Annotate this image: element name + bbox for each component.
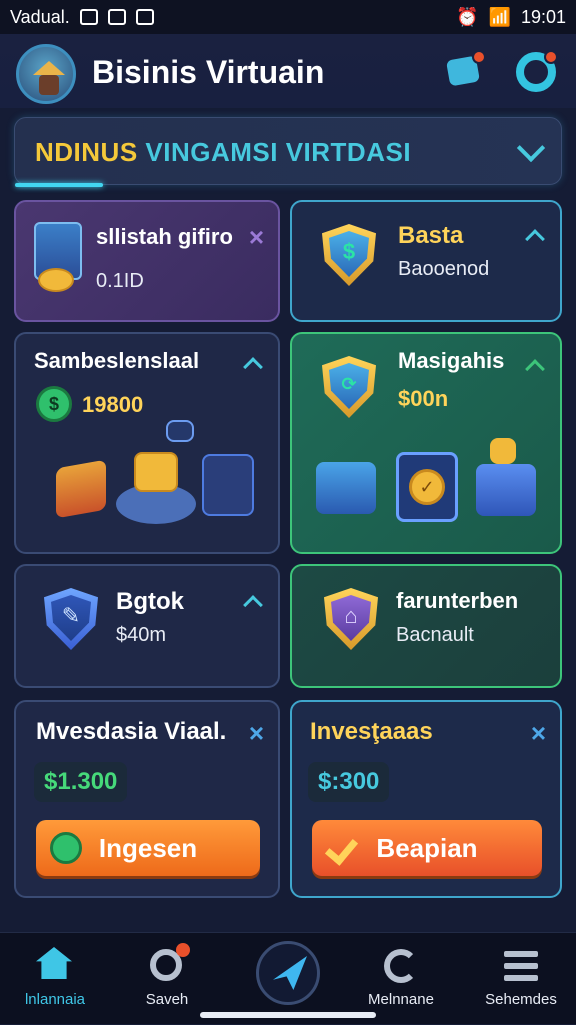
bottom-navigation: lnlannaia Saveh Melnnane Sehemdes [0,932,576,1024]
monitor-illustration [202,454,254,516]
business-card[interactable]: $ Basta Baooenod [290,200,562,322]
card-amount: $1.300 [44,768,118,795]
close-icon[interactable]: × [249,224,264,250]
hat-icon [33,61,65,75]
avatar[interactable] [16,44,76,104]
time-label: 19:01 [520,6,566,27]
leaf-icon [273,956,307,990]
investment-card: Mvesdasia Viaal. × $1.300 Ingesen [14,700,280,898]
card-title: farunterben [396,588,519,613]
center-action-button[interactable] [256,941,320,1005]
chevron-up-icon[interactable] [243,595,263,615]
business-card[interactable]: sllistah gifiro 0.1ID × [14,200,280,322]
notification-badge [176,943,190,957]
face-icon [39,75,59,95]
menu-icon [504,951,538,981]
mail-icon [135,9,154,25]
buy-button-label: Beapian [376,833,478,863]
coin-stack-icon [134,452,178,492]
ring-button[interactable] [512,48,558,94]
card-title: sllistah gifiro [96,224,233,249]
banner-title-part2: VINGAMSI VIRTDASI [145,137,412,167]
home-indicator[interactable] [200,1012,376,1018]
buy-button[interactable]: Beapian [312,820,542,876]
shield-icon: ✎ [44,588,98,650]
card-amount: 19800 [82,392,144,417]
carrier-label: Vadual. [10,6,70,27]
business-card[interactable]: ⟳ Masigahis $00n ✓ [290,332,562,554]
home-icon [36,947,72,979]
shield-icon: ⟳ [322,356,376,418]
server-illustration [316,462,376,514]
coin-icon: ✓ [409,469,445,505]
card-title: Masigahis [398,348,505,373]
alarm-icon: ⏰ [456,6,479,27]
card-amount: $00n [398,386,449,411]
business-card[interactable]: ✎ Bgtok $40m [14,564,280,688]
card-value: 0.1ID [96,270,144,292]
app-title: Bisinis Virtuain [92,54,325,90]
amount-pill: $:300 [308,762,390,802]
wallet-illustration [56,459,106,519]
notification-badge [544,50,558,64]
status-bar: Vadual. ⏰ 📶 19:01 [0,0,576,34]
card-title: Basta [398,222,464,249]
chevron-down-icon [516,133,546,163]
refresh-icon [384,949,418,983]
nav-menu[interactable]: Sehemdes [466,933,576,1025]
close-icon[interactable]: × [249,720,264,746]
monitor-illustration: ✓ [396,452,458,522]
chat-icon [107,9,126,25]
banner-title: NDINUS VINGAMSI VIRTDASI [35,137,411,168]
server-illustration [476,464,536,516]
category-dropdown[interactable]: NDINUS VINGAMSI VIRTDASI [14,117,562,187]
card-amount: $:300 [318,768,380,795]
check-icon [328,832,362,860]
amount-pill: $1.300 [34,762,128,802]
chevron-up-icon[interactable] [525,359,545,379]
card-title: Sambeslenslaal [34,348,200,373]
notification-icon [79,9,98,25]
nav-home-label: lnlannaia [24,991,86,1008]
progress-underline [15,183,103,187]
invest-button[interactable]: Ingesen [36,820,260,876]
chevron-up-icon[interactable] [243,357,263,377]
banner-title-part1: NDINUS [35,137,138,167]
card-title: Mvesdasia Viaal. [36,718,227,745]
investment-card: Invesţaaas × $:300 Beapian [290,700,562,898]
card-title: Invesţaaas [310,718,433,745]
nav-home[interactable]: lnlannaia [0,933,110,1025]
coin-icon: $ [36,386,72,422]
business-card[interactable]: ⌂ farunterben Bacnault [290,564,562,688]
business-card[interactable]: Sambeslenslaal $ 19800 [14,332,280,554]
wifi-icon: 📶 [488,6,511,27]
document-icon [490,438,516,464]
envelope-icon [166,420,194,442]
nav-search-label: Saveh [145,991,189,1008]
card-title: Bgtok [116,588,184,615]
card-subtitle: $40m [116,624,167,646]
app-header: Bisinis Virtuain [0,34,576,108]
invest-button-label: Ingesen [98,833,198,863]
coin-icon [50,832,82,864]
shield-icon: ⌂ [324,588,378,650]
shield-icon: $ [322,224,376,286]
card-subtitle: Baooenod [398,258,490,280]
coins-icon [38,268,74,292]
close-icon[interactable]: × [531,720,546,746]
chevron-up-icon[interactable] [525,229,545,249]
card-subtitle: Bacnault [396,624,474,646]
notification-badge [472,50,486,64]
puzzle-button[interactable] [442,48,488,94]
nav-menu-label: Sehemdes [485,991,557,1008]
nav-refresh-label: Melnnane [368,991,434,1008]
